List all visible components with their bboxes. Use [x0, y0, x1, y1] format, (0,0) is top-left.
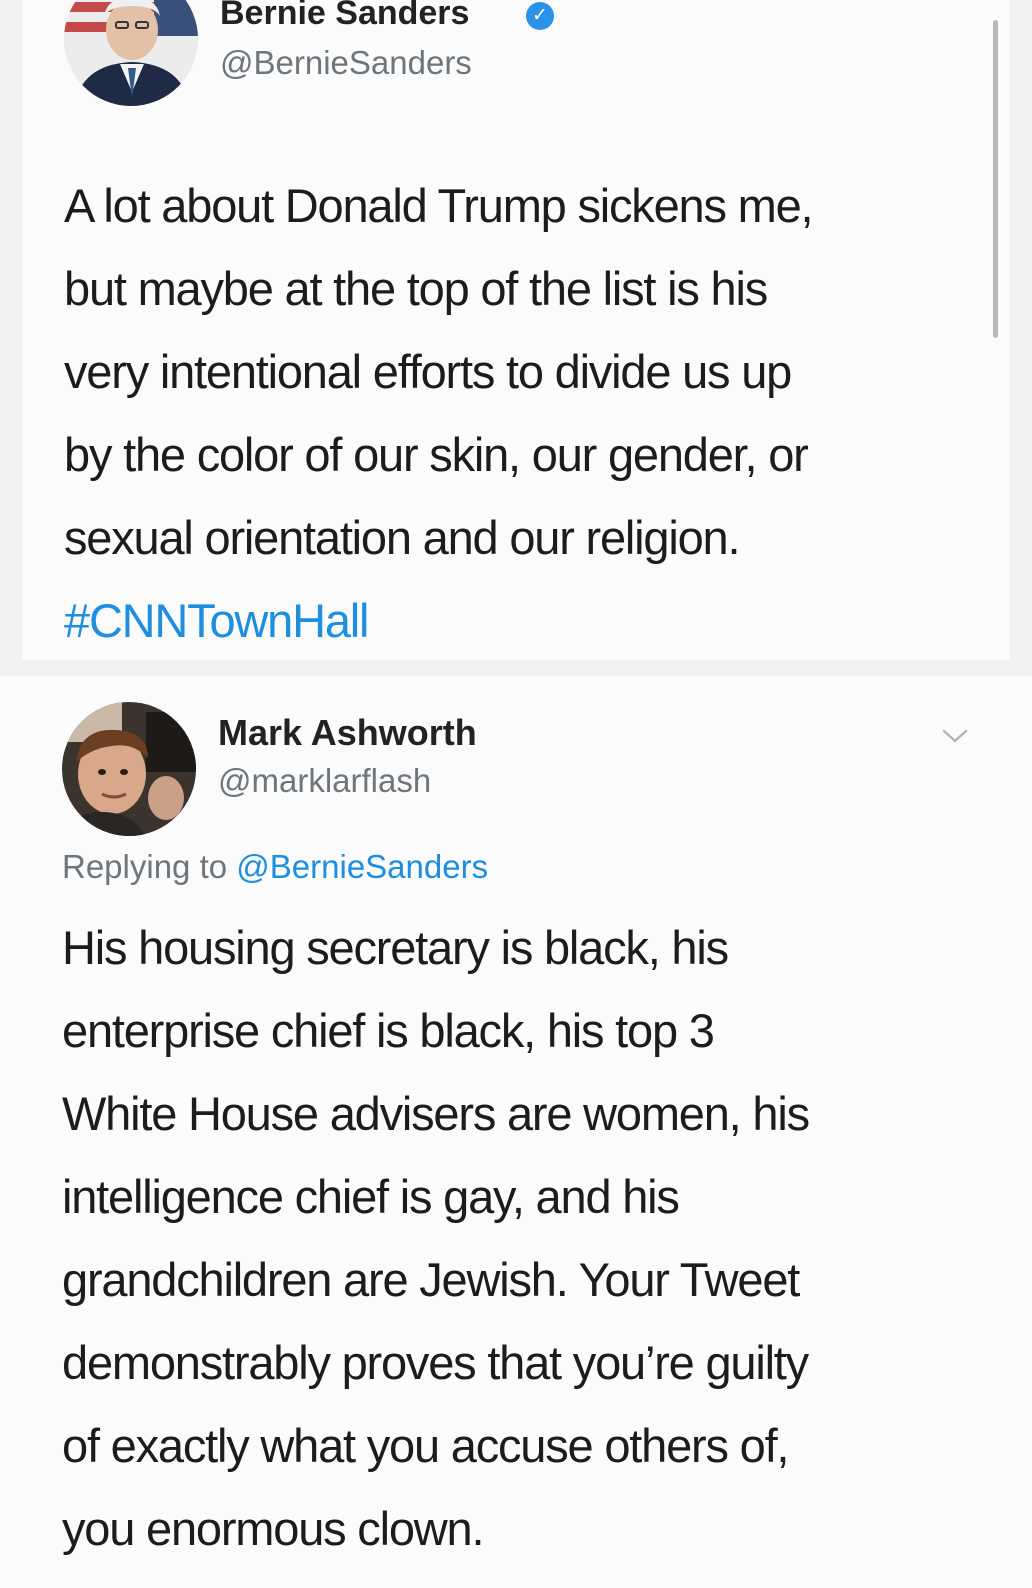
tweet-text-line: demonstrably proves that you’re guilty [62, 1336, 809, 1389]
tweet-text-line: enterprise chief is black, his top 3 [62, 1004, 715, 1057]
verified-badge-icon: ✓ [526, 2, 554, 30]
bernie-sanders-avatar-icon [64, 0, 198, 106]
tweet-text-line: White House advisers are women, his [62, 1087, 810, 1140]
display-name[interactable]: Mark Ashworth [218, 712, 477, 754]
handle[interactable]: @marklarflash [218, 762, 431, 800]
tweet-text-line: sexual orientation and our religion. [64, 511, 741, 564]
tweet-card[interactable]: Mark Ashworth @marklarflash Replying to … [0, 676, 1032, 1588]
tweet-text-line: of exactly what you accuse others of, [62, 1419, 789, 1472]
chevron-down-icon[interactable] [942, 728, 968, 744]
display-name[interactable]: Bernie Sanders [220, 0, 469, 33]
tweet-text: His housing secretary is black, his ente… [62, 906, 810, 1570]
tweet-text-line: but maybe at the top of the list is his [64, 262, 768, 315]
reply-context: Replying to @BernieSanders [62, 848, 488, 886]
reply-prefix: Replying to [62, 848, 228, 885]
scrollbar[interactable] [993, 20, 998, 338]
reply-mention-link[interactable]: @BernieSanders [236, 848, 488, 885]
tweet-text-line: intelligence chief is gay, and his [62, 1170, 680, 1223]
avatar[interactable] [64, 0, 198, 106]
tweet-card[interactable]: Bernie Sanders ✓ @BernieSanders A lot ab… [22, 0, 1010, 660]
hashtag-link[interactable]: #CNNTownHall [64, 579, 812, 662]
tweet-text-line: you enormous clown. [62, 1502, 485, 1555]
tweet-text-line: grandchildren are Jewish. Your Tweet [62, 1253, 800, 1306]
mark-ashworth-avatar-icon [62, 702, 196, 836]
tweet-text: A lot about Donald Trump sickens me, but… [64, 164, 814, 662]
tweet-text-line: by the color of our skin, our gender, or [64, 428, 809, 481]
tweet-text-line: A lot about Donald Trump sickens me, [64, 179, 814, 232]
tweet-text-line: very intentional efforts to divide us up [64, 345, 792, 398]
tweet-text-line: His housing secretary is black, his [62, 921, 729, 974]
handle[interactable]: @BernieSanders [220, 44, 472, 82]
avatar[interactable] [62, 702, 196, 836]
